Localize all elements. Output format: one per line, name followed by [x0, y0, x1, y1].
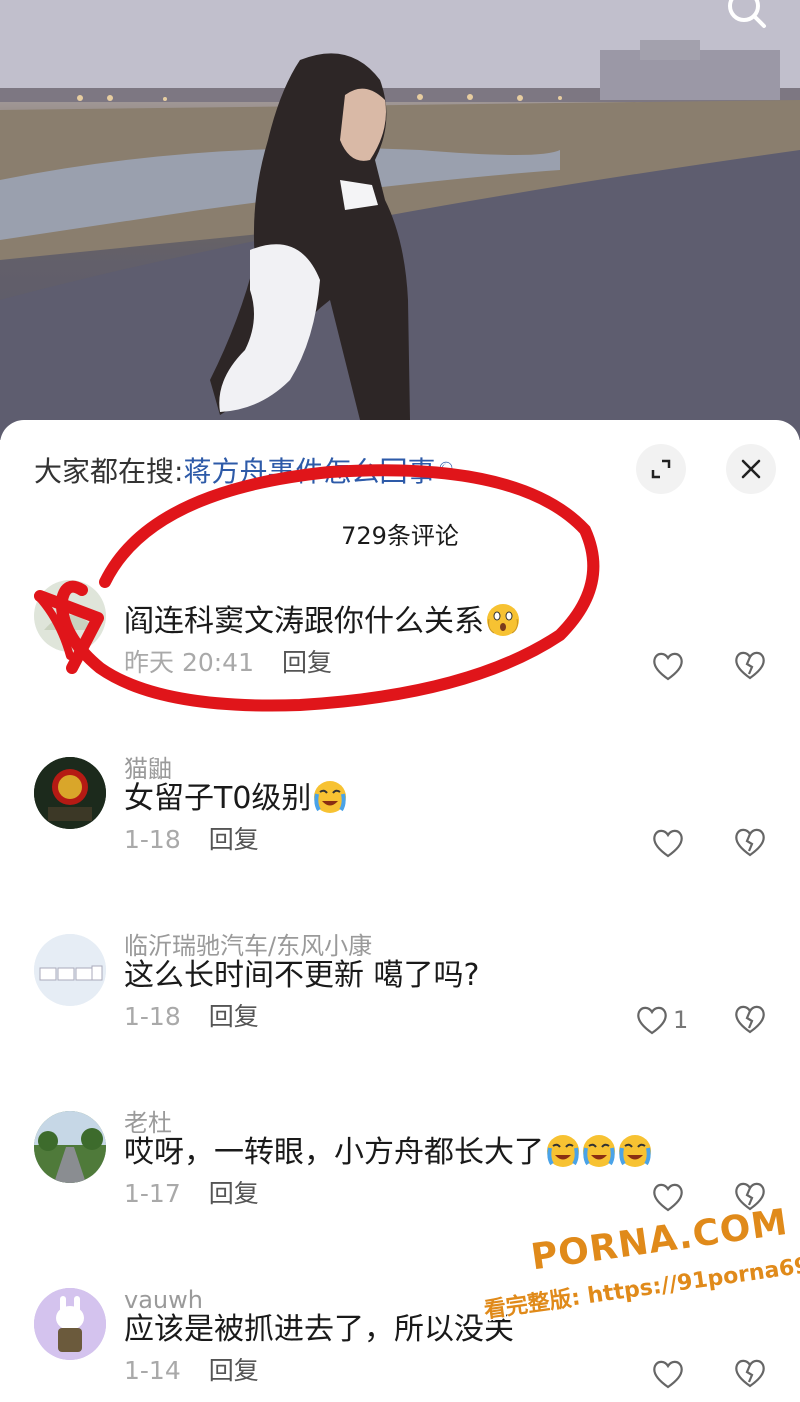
- comment-meta: 昨天 20:41 回复: [124, 646, 332, 680]
- search-icon[interactable]: [722, 0, 770, 34]
- like-button[interactable]: 1: [635, 1002, 688, 1038]
- dislike-button[interactable]: [732, 825, 768, 861]
- broken-heart-icon: [735, 828, 765, 857]
- expand-icon: [651, 459, 671, 479]
- comment-item: 猫鼬 女留子T0级别 1-18 回复: [0, 747, 800, 924]
- comment-sheet: 大家都在搜:蒋方舟事件怎么回事 🔍︎ 729条评论 阎连科窦文涛跟你什么关系 昨…: [0, 420, 800, 1402]
- heart-icon: [637, 1006, 667, 1035]
- comment-text: 应该是被抓进去了，所以没关: [124, 1312, 514, 1347]
- search-icon: 🔍︎: [437, 461, 461, 482]
- reply-button[interactable]: 回复: [209, 1002, 259, 1031]
- dislike-button[interactable]: [732, 1002, 768, 1038]
- like-button[interactable]: [651, 1179, 689, 1215]
- crying-face-emoji: [583, 1135, 615, 1167]
- comment-meta: 1-18 回复: [124, 1000, 259, 1034]
- reply-button[interactable]: 回复: [209, 1356, 259, 1385]
- comment-item: 阎连科窦文涛跟你什么关系 昨天 20:41 回复: [0, 570, 800, 747]
- like-button[interactable]: [651, 1356, 689, 1392]
- heart-icon: [653, 652, 683, 681]
- close-button[interactable]: [726, 444, 776, 494]
- comment-text: 这么长时间不更新 噶了吗?: [124, 958, 480, 993]
- heart-icon: [653, 829, 683, 858]
- comment-time: 1-18: [124, 1002, 181, 1031]
- reply-button[interactable]: 回复: [209, 1179, 259, 1208]
- reply-button[interactable]: 回复: [282, 648, 332, 677]
- like-button[interactable]: [651, 825, 689, 861]
- comment-time: 1-17: [124, 1179, 181, 1208]
- comment-time: 1-18: [124, 825, 181, 854]
- comment-text: 阎连科窦文涛跟你什么关系: [124, 600, 520, 644]
- avatar[interactable]: [34, 934, 106, 1006]
- dislike-button[interactable]: [732, 1356, 768, 1392]
- expand-button[interactable]: [636, 444, 686, 494]
- trending-query-link[interactable]: 蒋方舟事件怎么回事: [183, 455, 435, 488]
- comment-time: 1-14: [124, 1356, 181, 1385]
- comment-meta: 1-17 回复: [124, 1177, 259, 1211]
- reply-button[interactable]: 回复: [209, 825, 259, 854]
- crying-face-emoji: [547, 1135, 579, 1167]
- close-icon: [741, 459, 761, 479]
- comment-text: 哎呀，一转眼，小方舟都长大了: [124, 1131, 652, 1175]
- avatar[interactable]: [34, 757, 106, 829]
- comment-time: 昨天 20:41: [124, 648, 254, 677]
- dislike-button[interactable]: [732, 1179, 768, 1215]
- crying-face-emoji: [619, 1135, 651, 1167]
- heart-icon: [653, 1183, 683, 1212]
- broken-heart-icon: [735, 1359, 765, 1388]
- comment-text: 女留子T0级别: [124, 777, 347, 821]
- video-frame[interactable]: [0, 0, 800, 440]
- comment-count: 729条评论: [341, 522, 459, 550]
- comment-item: 老杜 哎呀，一转眼，小方舟都长大了 1-17 回复: [0, 1101, 800, 1278]
- avatar[interactable]: [34, 1111, 106, 1183]
- comment-item: vauwh 应该是被抓进去了，所以没关 1-14 回复: [0, 1278, 800, 1402]
- sheet-header: 大家都在搜:蒋方舟事件怎么回事 🔍︎: [0, 420, 800, 520]
- like-count: 1: [673, 1006, 689, 1034]
- trending-prefix: 大家都在搜:: [34, 455, 184, 488]
- avatar[interactable]: [34, 1288, 106, 1360]
- comment-item: 临沂瑞驰汽车/东风小康 这么长时间不更新 噶了吗? 1-18 回复 1: [0, 924, 800, 1101]
- comment-meta: 1-18 回复: [124, 823, 259, 857]
- broken-heart-icon: [735, 651, 765, 680]
- video-scene: [0, 0, 800, 440]
- heart-icon: [653, 1360, 683, 1389]
- broken-heart-icon: [735, 1005, 765, 1034]
- broken-heart-icon: [735, 1182, 765, 1211]
- dislike-button[interactable]: [732, 648, 768, 684]
- shocked-face-emoji: [487, 604, 519, 636]
- crying-face-emoji: [314, 781, 347, 813]
- comment-meta: 1-14 回复: [124, 1354, 259, 1388]
- like-button[interactable]: [651, 648, 689, 684]
- trending-search[interactable]: 大家都在搜:蒋方舟事件怎么回事 🔍︎: [34, 452, 460, 492]
- comment-list: 阎连科窦文涛跟你什么关系 昨天 20:41 回复 猫鼬 女留子T0级别 1-18 回…: [0, 570, 800, 1389]
- avatar[interactable]: [34, 580, 106, 652]
